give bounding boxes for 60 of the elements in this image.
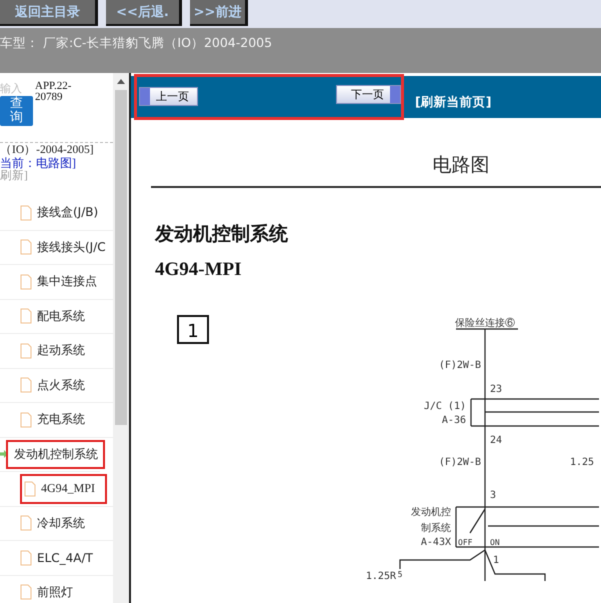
document-icon [20, 515, 32, 532]
next-page-button[interactable]: 下一页 [336, 85, 401, 104]
diagram-label: 5 [398, 570, 402, 579]
vehicle-model-text: 车型： 厂家:C-长丰猎豹飞腾（IO）2004-2005 [0, 35, 272, 52]
page-number-box [177, 315, 209, 344]
system-heading: 发动机控制系统 [155, 222, 289, 247]
engine-heading: 4G94-MPI [155, 259, 243, 281]
diagram-label: 1.25R [366, 571, 396, 581]
diagram-label: 1 [493, 555, 500, 566]
current-page-link[interactable]: 当前：电路图] [0, 157, 113, 170]
document-icon [20, 342, 32, 359]
tree-item[interactable]: ELC_4A/T [37, 550, 93, 565]
document-icon [20, 308, 32, 324]
diagram-label: (F)2W-B [438, 457, 481, 468]
document-icon [20, 412, 32, 428]
diagram-label: A-43X [420, 537, 451, 548]
diagram-label: (F)2W-B [438, 360, 481, 371]
tree-item[interactable]: 充电系统 [37, 411, 85, 428]
document-icon [20, 239, 32, 256]
search-button[interactable]: 查询 [0, 96, 33, 126]
document-icon [20, 274, 32, 290]
scroll-thumb[interactable] [115, 90, 127, 425]
diagram-label: A-36 [442, 415, 466, 426]
diagram-label: 制系统 [421, 523, 451, 534]
document-icon [20, 584, 32, 600]
nav-button[interactable]: 返回主目录 [0, 0, 98, 26]
tree-item[interactable]: 前照灯 [37, 584, 73, 601]
diagram-label: J/C (1) [424, 401, 466, 412]
page-number: 1 [187, 321, 199, 342]
diagram-label: 3 [490, 490, 496, 501]
tree-item[interactable]: 配电系统 [37, 308, 85, 325]
tree-item[interactable]: 点火系统 [37, 376, 85, 394]
document-icon [20, 550, 32, 566]
document-code: APP.22-20789 [35, 81, 72, 105]
document-icon [24, 480, 36, 497]
tree-item[interactable]: 接线接头(J/C [37, 238, 106, 256]
search-hint: 输入 [0, 81, 23, 96]
tree-item[interactable]: 4G94_MPI [22, 476, 106, 502]
nav-button[interactable]: >>前进 [190, 0, 248, 26]
nav-button[interactable]: <<后退. [106, 0, 182, 26]
tree-item[interactable]: 接线盒(J/B) [37, 204, 98, 222]
diagram-label: 保险丝连接⑥ [455, 318, 515, 329]
diagram-label: 24 [490, 435, 502, 446]
up-arrow-icon[interactable] [117, 79, 125, 84]
scrollbar[interactable] [113, 73, 129, 603]
tree-item[interactable]: 集中连接点 [37, 273, 97, 290]
diagram-label: 1.25 [570, 457, 594, 468]
diagram-label: 23 [490, 384, 502, 395]
tree-item[interactable]: 起动系统 [37, 342, 85, 360]
tree-item[interactable]: 发动机控制系统 [8, 442, 103, 467]
document-title: 电路图 [432, 153, 490, 178]
document-icon [20, 377, 32, 394]
tree-item[interactable]: 冷却系统 [37, 514, 85, 532]
document-icon [20, 204, 32, 221]
model-text: （IO）-2004-2005] [0, 144, 95, 157]
diagram-label: ON [490, 538, 500, 547]
diagram-label: 发动机控 [411, 507, 451, 518]
previous-page-button[interactable]: 上一页 [139, 87, 198, 106]
refresh-page-link[interactable]: [刷新当前页] [415, 94, 492, 110]
diagram-label: OFF [458, 538, 472, 547]
